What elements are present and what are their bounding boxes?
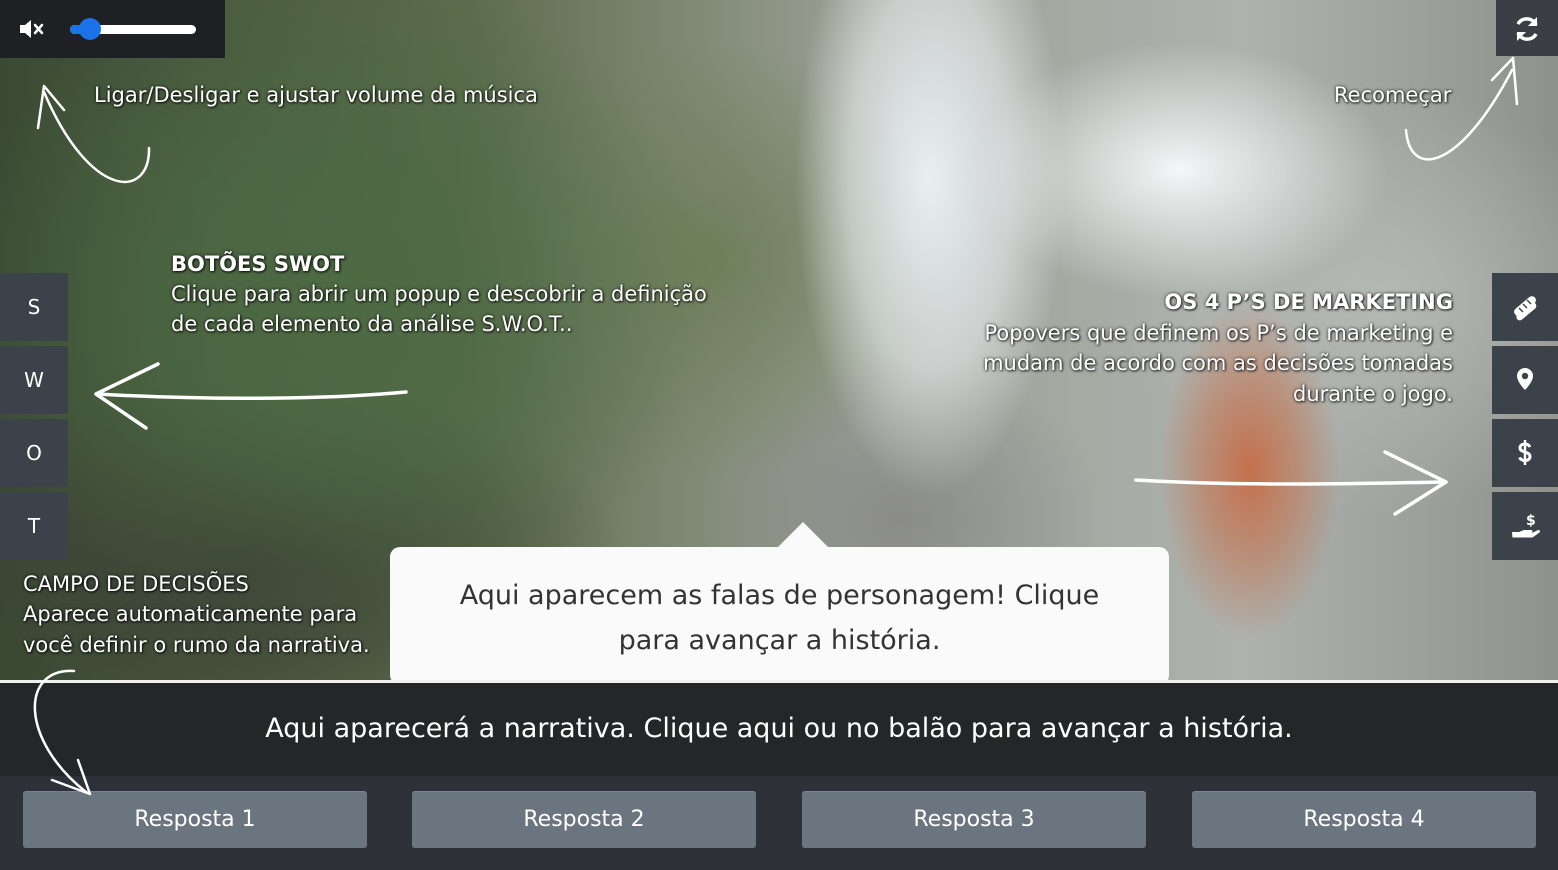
balloon-tail: [777, 522, 829, 548]
volume-slider-thumb[interactable]: [79, 18, 102, 40]
character-speech-balloon[interactable]: Aqui aparecem as falas de personagem! Cl…: [390, 547, 1169, 685]
answer-button-3[interactable]: Resposta 3: [802, 791, 1146, 848]
narrative-bar[interactable]: Aqui aparecerá a narrativa. Clique aqui …: [0, 680, 1558, 776]
volume-slider[interactable]: [70, 18, 196, 40]
balloon-line-1: Aqui aparecem as falas de personagem! Cl…: [459, 580, 1100, 611]
answer-button-1[interactable]: Resposta 1: [23, 791, 367, 848]
volume-control: [0, 0, 225, 58]
hand-promotion-icon: $: [1512, 513, 1540, 538]
place-marker-icon: [1517, 368, 1533, 390]
svg-text:$: $: [1526, 513, 1536, 529]
ps-annotation-title: OS 4 P’S DE MARKETING: [1164, 290, 1453, 314]
decisions-annotation-line2: você definir o rumo da narrativa.: [23, 633, 370, 657]
product-button[interactable]: [1492, 273, 1558, 341]
swot-button-o[interactable]: O: [0, 419, 68, 487]
restart-annotation: Recomeçar: [1334, 83, 1452, 107]
answer-button-4[interactable]: Resposta 4: [1192, 791, 1536, 848]
product-icon: [1514, 296, 1537, 321]
swot-button-s[interactable]: S: [0, 273, 68, 341]
restart-button[interactable]: [1496, 0, 1558, 56]
swot-annotation-line2: de cada elemento da análise S.W.O.T..: [171, 312, 573, 336]
dollar-price-icon: [1518, 440, 1532, 465]
ps-annotation-line2: mudam de acordo com as decisões tomadas: [983, 351, 1453, 375]
price-button[interactable]: [1492, 419, 1558, 487]
swot-annotation-line1: Clique para abrir um popup e descobrir a…: [171, 282, 707, 306]
swot-button-w[interactable]: W: [0, 346, 68, 414]
promotion-button[interactable]: $: [1492, 492, 1558, 560]
volume-mute-icon[interactable]: [18, 18, 46, 40]
place-button[interactable]: [1492, 346, 1558, 414]
volume-annotation: Ligar/Desligar e ajustar volume da músic…: [94, 83, 538, 107]
swot-button-t[interactable]: T: [0, 492, 68, 560]
swot-annotation-title: BOTÕES SWOT: [171, 252, 345, 276]
answer-button-2[interactable]: Resposta 2: [412, 791, 756, 848]
ps-annotation-line1: Popovers que definem os P’s de marketing…: [984, 321, 1453, 345]
decisions-annotation-title: CAMPO DE DECISÕES: [23, 572, 249, 596]
decision-field: Resposta 1 Resposta 2 Resposta 3 Respost…: [0, 776, 1558, 870]
decisions-annotation-line1: Aparece automaticamente para: [23, 602, 358, 626]
refresh-icon: [1516, 17, 1538, 41]
ps-annotation-line3: durante o jogo.: [1293, 382, 1453, 406]
balloon-line-2: para avançar a história.: [618, 625, 941, 656]
